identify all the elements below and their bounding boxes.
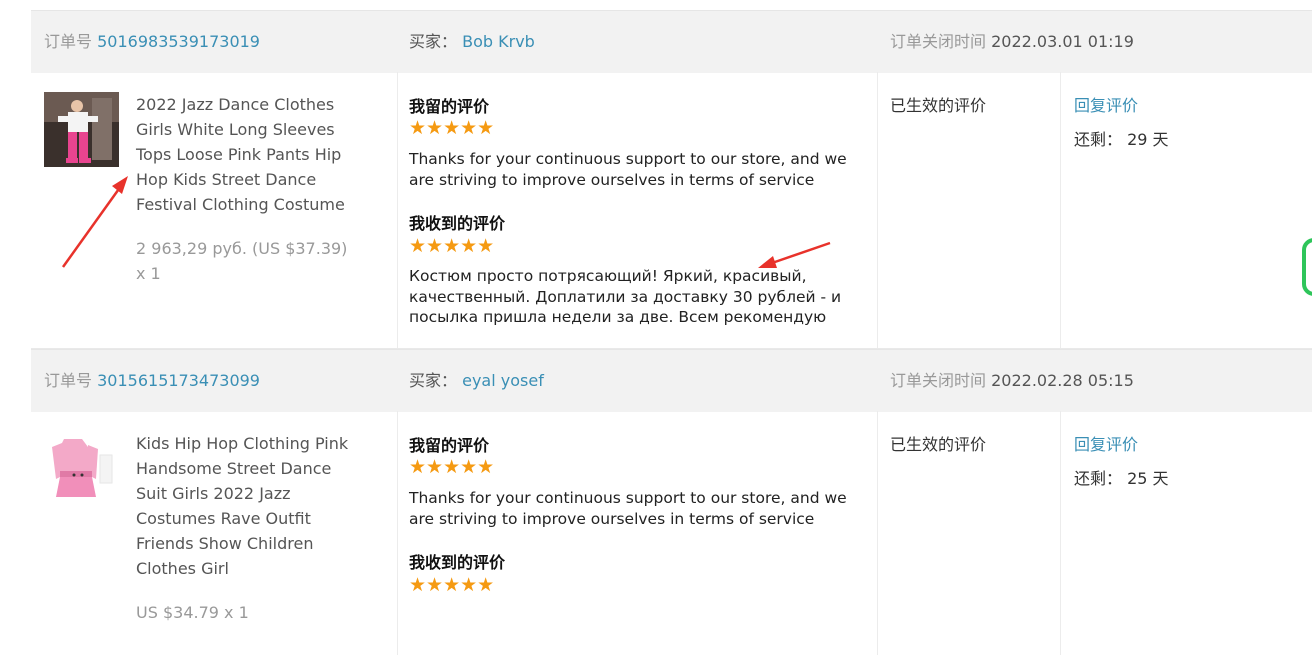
my-review-text: Thanks for your continuous support to ou… — [409, 150, 847, 189]
close-time-label: 订单关闭时间 — [890, 32, 987, 51]
received-review-heading: 我收到的评价 — [409, 214, 506, 233]
my-review-stars: ★★★★★ — [409, 456, 495, 478]
remaining-label: 还剩： — [1074, 130, 1123, 149]
order-number-link[interactable]: 3015615173473099 — [97, 371, 260, 390]
close-time-value: 2022.02.28 05:15 — [991, 371, 1134, 390]
review-status: 已生效的评价 — [890, 96, 987, 115]
review-status: 已生效的评价 — [890, 435, 987, 454]
column-divider — [1060, 72, 1061, 348]
received-review-stars: ★★★★★ — [409, 574, 495, 596]
order-number: 订单号 3015615173473099 — [44, 350, 260, 412]
my-review-heading: 我留的评价 — [409, 97, 490, 116]
order-number-link[interactable]: 5016983539173019 — [97, 32, 260, 51]
order-card: 订单号 3015615173473099 买家： eyal yosef 订单关闭… — [31, 349, 1312, 655]
buyer-label: 买家： — [409, 32, 458, 51]
column-divider — [877, 411, 878, 655]
product-title[interactable]: 2022 Jazz Dance Clothes Girls White Long… — [136, 92, 351, 217]
my-review-heading: 我留的评价 — [409, 436, 490, 455]
my-review-text: Thanks for your continuous support to ou… — [409, 489, 847, 528]
received-review-heading: 我收到的评价 — [409, 553, 506, 572]
reply-review-link[interactable]: 回复评价 — [1074, 431, 1138, 455]
order-header: 订单号 5016983539173019 买家： Bob Krvb 订单关闭时间… — [31, 10, 1312, 73]
floating-widget-icon[interactable] — [1302, 238, 1312, 296]
product-price: 2 963,29 руб. (US $37.39) x 1 — [136, 239, 348, 283]
column-divider — [397, 411, 398, 655]
column-divider — [1060, 411, 1061, 655]
remaining-days: 25 天 — [1127, 469, 1169, 488]
remaining-time: 还剩： 25 天 — [1074, 465, 1169, 489]
my-review-stars: ★★★★★ — [409, 117, 495, 139]
close-time: 订单关闭时间 2022.02.28 05:15 — [890, 350, 1134, 412]
received-review-stars: ★★★★★ — [409, 235, 495, 257]
close-time: 订单关闭时间 2022.03.01 01:19 — [890, 11, 1134, 73]
close-time-label: 订单关闭时间 — [890, 371, 987, 390]
product-image[interactable] — [44, 431, 119, 506]
order-number-label: 订单号 — [44, 371, 93, 390]
remaining-time: 还剩： 29 天 — [1074, 126, 1169, 150]
buyer: 买家： Bob Krvb — [409, 11, 535, 73]
product-price: US $34.79 x 1 — [136, 603, 249, 622]
reply-review-link[interactable]: 回复评价 — [1074, 92, 1138, 116]
product-image[interactable] — [44, 92, 119, 167]
order-body: 2022 Jazz Dance Clothes Girls White Long… — [31, 72, 1312, 348]
order-body: Kids Hip Hop Clothing Pink Handsome Stre… — [31, 411, 1312, 655]
order-number-label: 订单号 — [44, 32, 93, 51]
buyer-link[interactable]: Bob Krvb — [462, 32, 535, 51]
order-review-list: 订单号 5016983539173019 买家： Bob Krvb 订单关闭时间… — [0, 0, 1312, 655]
buyer: 买家： eyal yosef — [409, 350, 544, 412]
buyer-link[interactable]: eyal yosef — [462, 371, 544, 390]
order-header: 订单号 3015615173473099 买家： eyal yosef 订单关闭… — [31, 349, 1312, 412]
order-card: 订单号 5016983539173019 买家： Bob Krvb 订单关闭时间… — [31, 10, 1312, 349]
remaining-label: 还剩： — [1074, 469, 1123, 488]
order-number: 订单号 5016983539173019 — [44, 11, 260, 73]
column-divider — [397, 72, 398, 348]
close-time-value: 2022.03.01 01:19 — [991, 32, 1134, 51]
buyer-label: 买家： — [409, 371, 458, 390]
product-title[interactable]: Kids Hip Hop Clothing Pink Handsome Stre… — [136, 431, 351, 581]
column-divider — [877, 72, 878, 348]
received-review-text: Костюм просто потрясающий! Яркий, красив… — [409, 267, 842, 326]
remaining-days: 29 天 — [1127, 130, 1169, 149]
